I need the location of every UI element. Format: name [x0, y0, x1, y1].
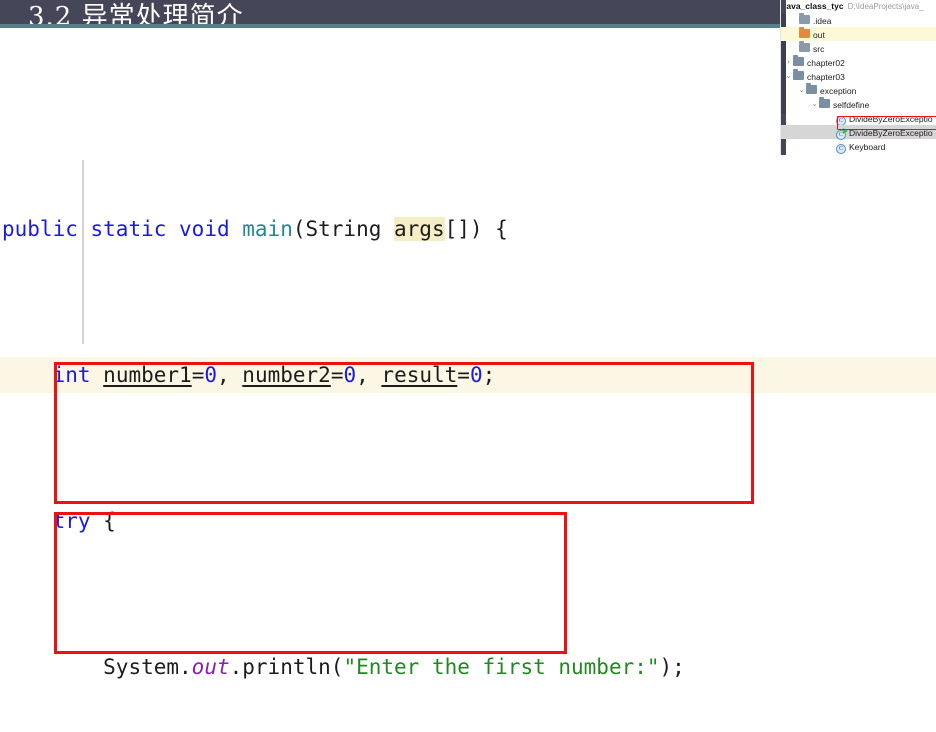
folder-icon: [799, 41, 810, 52]
tree-item-exception[interactable]: ⌄ exception: [781, 83, 936, 97]
param-args: args: [394, 216, 445, 241]
field-out-1: out: [191, 654, 230, 679]
tree-item-class-keyboard[interactable]: C Keyboard: [781, 139, 936, 154]
keyword-public: public: [2, 216, 78, 241]
var-number2: number2: [242, 362, 331, 387]
tree-label: exception: [820, 85, 857, 96]
tree-item-selfdefine[interactable]: ⌄ selfdefine: [781, 97, 936, 111]
tree-item-idea[interactable]: .idea: [781, 13, 936, 27]
keyword-void: void: [179, 216, 230, 241]
tree-label: out: [813, 29, 825, 40]
keyword-int: int: [52, 362, 91, 387]
tree-item-class-dividebyzeroexception[interactable]: C DivideByZeroExceptio: [781, 111, 936, 126]
package-icon: [793, 69, 804, 80]
code-line-2: int number1=0, number2=0, result=0;: [0, 356, 936, 393]
tree-label: chapter03: [807, 71, 845, 82]
string-first-prompt: "Enter the first number:": [343, 654, 660, 679]
type-String: String: [305, 216, 382, 241]
chevron-down-icon[interactable]: ⌄: [810, 98, 819, 112]
project-tree-panel[interactable]: java_class_tyc D:\IdeaProjects\java_ .ide…: [780, 0, 936, 155]
chevron-down-icon[interactable]: ⌄: [784, 70, 793, 84]
chevron-right-icon[interactable]: ›: [784, 56, 793, 70]
method-println-1: println: [242, 654, 331, 679]
folder-output-icon: [799, 27, 810, 38]
method-name-main: main: [242, 216, 293, 241]
folder-icon: [799, 13, 810, 24]
code-line-4: System.out.println("Enter the first numb…: [103, 654, 685, 679]
slide-page: 3.2 异常处理简介 public static void main(Strin…: [0, 0, 936, 732]
code-line-1: public static void main(String args[]) {: [2, 216, 508, 241]
indent-guide: [82, 160, 84, 344]
package-icon: [793, 55, 804, 66]
literal-zero-1: 0: [204, 362, 217, 387]
tree-label: DivideByZeroExceptio: [849, 127, 933, 138]
tree-label: .idea: [813, 15, 832, 26]
project-root-row[interactable]: java_class_tyc D:\IdeaProjects\java_: [781, 0, 936, 13]
keyword-try: try: [52, 508, 91, 533]
var-number1: number1: [103, 362, 192, 387]
code-line-3: try {: [52, 508, 116, 533]
class-System-1: System: [103, 654, 180, 679]
tree-label: chapter02: [807, 57, 845, 68]
package-icon: [819, 97, 830, 108]
tree-label: src: [813, 43, 825, 54]
chevron-down-icon[interactable]: ⌄: [797, 84, 806, 98]
java-class-icon: C: [836, 144, 846, 154]
tree-item-class-dividebyzeroexceptiontest[interactable]: C DivideByZeroExceptio: [781, 125, 936, 140]
project-path: D:\IdeaProjects\java_: [847, 2, 924, 11]
tree-label: selfdefine: [833, 99, 870, 110]
tree-label: Keyboard: [849, 141, 886, 152]
keyword-static: static: [90, 216, 167, 241]
literal-zero-3: 0: [469, 362, 483, 387]
tree-item-out[interactable]: out: [781, 27, 936, 41]
tree-item-chapter03[interactable]: ⌄ chapter03: [781, 69, 936, 83]
tree-item-src[interactable]: src: [781, 41, 936, 55]
tree-label: DivideByZeroExceptio: [849, 113, 933, 124]
project-name: java_class_tyc: [784, 1, 844, 11]
var-result: result: [381, 362, 458, 387]
run-arrow-icon: [843, 128, 848, 134]
tree-item-chapter02[interactable]: › chapter02: [781, 55, 936, 69]
package-icon: [806, 83, 817, 94]
literal-zero-2: 0: [343, 362, 357, 387]
